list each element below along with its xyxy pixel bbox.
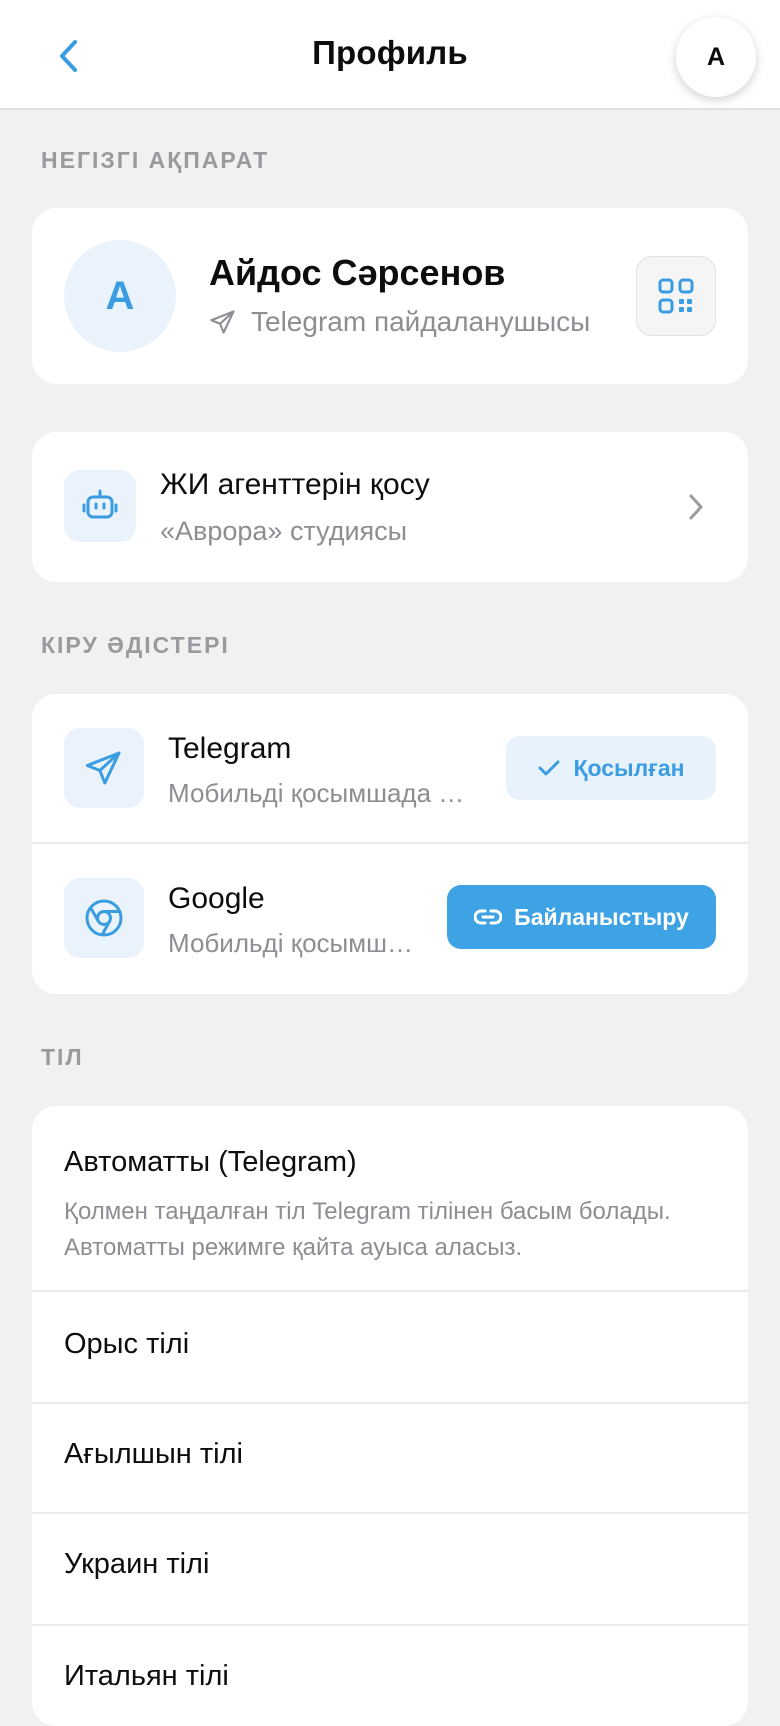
- chevron-right-icon: [689, 494, 703, 520]
- robot-icon-tile: [64, 470, 136, 542]
- connected-button-label: Қосылған: [573, 754, 685, 781]
- language-option[interactable]: Итальян тілі: [32, 1626, 748, 1726]
- link-icon: [474, 909, 503, 925]
- page-title: Профиль: [312, 34, 468, 71]
- qr-code-button[interactable]: [636, 256, 716, 336]
- section-title-login-methods: КІРУ ӘДІСТЕРІ: [41, 632, 230, 658]
- robot-icon: [82, 489, 118, 519]
- language-card: Автоматты (Telegram) Қолмен таңдалған ті…: [32, 1106, 748, 1726]
- language-option-auto[interactable]: Автоматты (Telegram) Қолмен таңдалған ті…: [32, 1106, 748, 1290]
- login-method-title: Telegram: [168, 732, 292, 765]
- telegram-icon: [210, 310, 235, 334]
- language-option[interactable]: Украин тілі: [32, 1514, 748, 1624]
- login-method-title: Google: [168, 882, 265, 915]
- qr-code-icon: [658, 278, 694, 314]
- avatar[interactable]: А: [676, 17, 756, 97]
- language-option-label: Орыс тілі: [64, 1328, 190, 1360]
- section-title-basic-info: НЕГІЗГІ АҚПАРАТ: [41, 147, 270, 173]
- chrome-icon: [85, 899, 123, 937]
- ai-agents-row[interactable]: ЖИ агенттерін қосу «Аврора» студиясы: [32, 432, 748, 582]
- ai-agents-subtitle: «Аврора» студиясы: [160, 516, 408, 546]
- telegram-icon-tile: [64, 728, 144, 808]
- telegram-icon: [85, 751, 121, 785]
- check-icon: [538, 760, 560, 776]
- login-method-telegram: Telegram Мобильді қосымшада Те... Қосылғ…: [32, 694, 748, 842]
- chrome-icon-tile: [64, 878, 144, 958]
- connected-button[interactable]: Қосылған: [506, 736, 716, 800]
- language-auto-description: Қолмен таңдалған тіл Telegram тілінен ба…: [64, 1198, 671, 1261]
- language-option-label: Украин тілі: [64, 1548, 210, 1580]
- profile-avatar: А: [64, 240, 176, 352]
- login-methods-card: Telegram Мобильді қосымшада Те... Қосылғ…: [32, 694, 748, 994]
- language-option-label: Ағылшын тілі: [64, 1438, 243, 1470]
- profile-card: А Айдос Сәрсенов Telegram пайдаланушысы: [32, 208, 748, 384]
- language-option-label: Итальян тілі: [64, 1660, 229, 1692]
- language-option[interactable]: Ағылшын тілі: [32, 1404, 748, 1514]
- login-method-google: Google Мобильді қосымша... Байланыстыру: [32, 844, 748, 994]
- profile-subtitle-text: Telegram пайдаланушысы: [251, 306, 591, 337]
- login-method-subtitle: Мобильді қосымша...: [168, 928, 418, 958]
- top-bar: Профиль А: [0, 0, 780, 110]
- link-account-button[interactable]: Байланыстыру: [447, 885, 716, 949]
- login-method-subtitle: Мобильді қосымшада Те...: [168, 778, 478, 808]
- ai-agents-title: ЖИ агенттерін қосу: [160, 468, 430, 501]
- language-option-label: Автоматты (Telegram): [64, 1146, 357, 1178]
- language-option[interactable]: Орыс тілі: [32, 1292, 748, 1402]
- section-title-language: ТІЛ: [41, 1044, 84, 1070]
- profile-name: Айдос Сәрсенов: [209, 252, 506, 293]
- link-account-button-label: Байланыстыру: [514, 903, 689, 930]
- profile-subtitle: Telegram пайдаланушысы: [209, 306, 590, 338]
